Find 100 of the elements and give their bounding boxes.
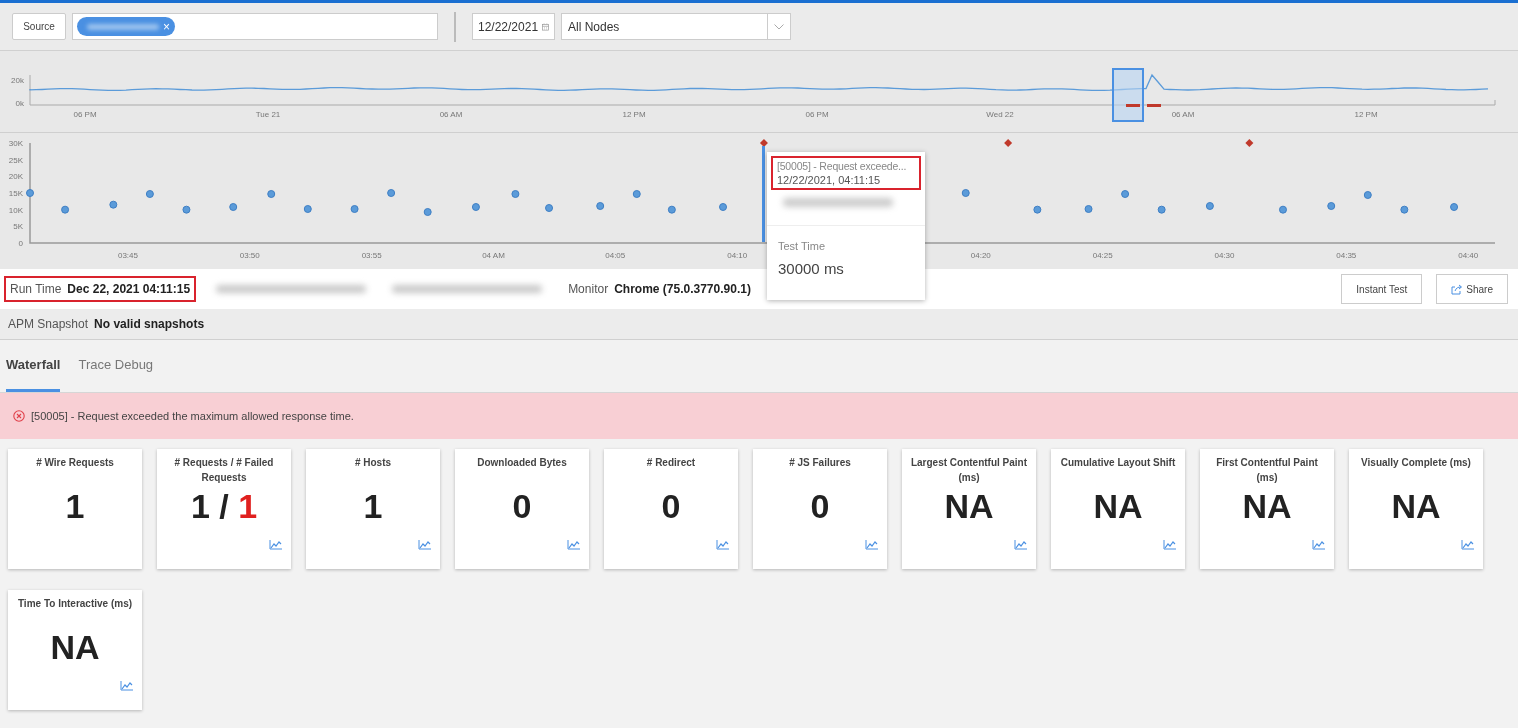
data-point[interactable] — [109, 200, 118, 209]
alert-message: [50005] - Request exceeded the maximum allowed response time. — [31, 410, 354, 422]
metric-value: 1 — [65, 487, 85, 526]
axis-label: 20K — [8, 172, 23, 182]
data-point[interactable] — [667, 205, 676, 214]
data-point[interactable] — [423, 208, 432, 216]
metric-title: # Wire Requests — [36, 456, 114, 470]
data-point[interactable] — [1033, 205, 1042, 214]
metric-title: Visually Complete (ms) — [1361, 456, 1471, 470]
tooltip-value: 30000 ms — [778, 260, 845, 277]
data-point[interactable] — [387, 189, 396, 197]
data-point[interactable] — [145, 190, 154, 198]
field-value: No valid snapshots — [94, 317, 205, 331]
source-button[interactable]: Source — [12, 13, 66, 40]
metric-value: 0 — [810, 487, 830, 526]
range-selector[interactable] — [1112, 68, 1144, 122]
node-select[interactable]: All Nodes — [561, 13, 791, 40]
axis-label: 0 — [18, 239, 23, 248]
data-point[interactable] — [511, 190, 520, 198]
date-field[interactable]: 12/22/2021 — [472, 13, 555, 40]
data-point[interactable] — [719, 203, 727, 211]
field-label: APM Snapshot — [8, 317, 89, 331]
axis-label: 04:25 — [1092, 251, 1113, 260]
axis-label: 03:55 — [361, 251, 382, 260]
error-point[interactable] — [759, 139, 768, 147]
axis-label: 12 PM — [1354, 110, 1378, 119]
share-icon — [1451, 283, 1464, 295]
metric-title: Largest Contentful Paint (ms) — [909, 456, 1029, 485]
error-icon — [13, 410, 25, 422]
field-label: Run Time — [10, 282, 62, 296]
data-point[interactable] — [182, 205, 191, 214]
data-point[interactable] — [1205, 202, 1214, 210]
data-point[interactable] — [61, 205, 70, 214]
data-point[interactable] — [1327, 202, 1336, 210]
axis-label: 04:10 — [727, 251, 748, 260]
data-point[interactable] — [545, 204, 554, 212]
axis-label: Wed 22 — [986, 110, 1014, 119]
metric-title: # Requests / # Failed Requests — [173, 456, 275, 485]
axis-label: 06 AM — [439, 110, 463, 119]
axis-label: 06 PM — [73, 110, 97, 119]
error-point[interactable] — [1004, 139, 1013, 147]
metric-value: 0 — [512, 487, 532, 526]
tooltip-label: Test Time — [778, 240, 827, 252]
metric-value: NA — [944, 487, 994, 526]
data-point[interactable] — [1121, 190, 1130, 198]
instant-test-button[interactable]: Instant Test — [1341, 274, 1423, 304]
data-point[interactable] — [1450, 203, 1459, 211]
axis-label: 04:35 — [1336, 251, 1357, 260]
metric-value: NA — [1093, 487, 1143, 526]
tooltip-title: [50005] - Request exceede... — [777, 160, 908, 172]
field-value: Dec 22, 2021 04:11:15 — [67, 282, 191, 296]
trend-chart-icon[interactable] — [269, 540, 282, 550]
trend-chart-icon[interactable] — [1163, 540, 1176, 550]
data-point[interactable] — [471, 203, 480, 211]
data-point[interactable] — [229, 203, 238, 211]
trend-chart-icon[interactable] — [1461, 540, 1474, 550]
axis-label: Tue 21 — [255, 110, 281, 119]
axis-label: 15K — [8, 189, 23, 198]
axis-label: 5K — [13, 222, 23, 232]
data-point[interactable] — [26, 189, 34, 197]
data-point[interactable] — [1084, 205, 1093, 213]
trend-chart-icon[interactable] — [1312, 540, 1325, 550]
data-point[interactable] — [1157, 205, 1166, 214]
trend-chart-icon[interactable] — [1014, 540, 1027, 550]
axis-label: 12 PM — [622, 110, 646, 119]
axis-label: 25K — [8, 155, 23, 165]
metric-title: Cumulative Layout Shift — [1060, 456, 1176, 470]
trend-chart-icon[interactable] — [567, 540, 580, 550]
metric-title: # Hosts — [354, 456, 392, 470]
metric-value: 1 — [363, 487, 383, 526]
metric-title: Downloaded Bytes — [477, 456, 567, 470]
metric-title: Time To Interactive (ms) — [17, 597, 133, 611]
data-point[interactable] — [961, 189, 970, 197]
trend-chart-icon[interactable] — [120, 681, 133, 691]
data-point[interactable] — [1363, 191, 1372, 199]
axis-label: 10K — [8, 205, 23, 215]
data-point[interactable] — [596, 202, 605, 210]
trend-chart-icon[interactable] — [865, 540, 878, 550]
axis-label: 03:45 — [117, 251, 138, 260]
chevron-down-icon[interactable] — [774, 23, 784, 30]
error-point[interactable] — [1245, 139, 1254, 147]
trend-chart-icon[interactable] — [716, 540, 729, 550]
data-point[interactable] — [1279, 205, 1287, 214]
data-point[interactable] — [1400, 205, 1409, 214]
axis-label: 04:30 — [1214, 251, 1235, 260]
axis-label: 04:40 — [1458, 251, 1479, 260]
axis-label: 20k — [11, 76, 24, 85]
data-point[interactable] — [303, 205, 312, 213]
metric-value: NA — [50, 628, 100, 667]
trend-chart-icon[interactable] — [418, 540, 431, 550]
metric-value: NA — [1242, 487, 1292, 526]
tab[interactable]: Trace Debug — [78, 340, 154, 392]
field-value: Chrome (75.0.3770.90.1) — [614, 282, 751, 296]
share-button[interactable]: Share — [1436, 274, 1508, 304]
data-point[interactable] — [632, 190, 641, 198]
data-point[interactable] — [350, 205, 359, 213]
metric-title: First Contentful Paint (ms) — [1215, 456, 1319, 485]
axis-label: 30K — [8, 139, 23, 148]
data-point[interactable] — [267, 190, 276, 198]
calendar-icon[interactable] — [542, 21, 549, 32]
